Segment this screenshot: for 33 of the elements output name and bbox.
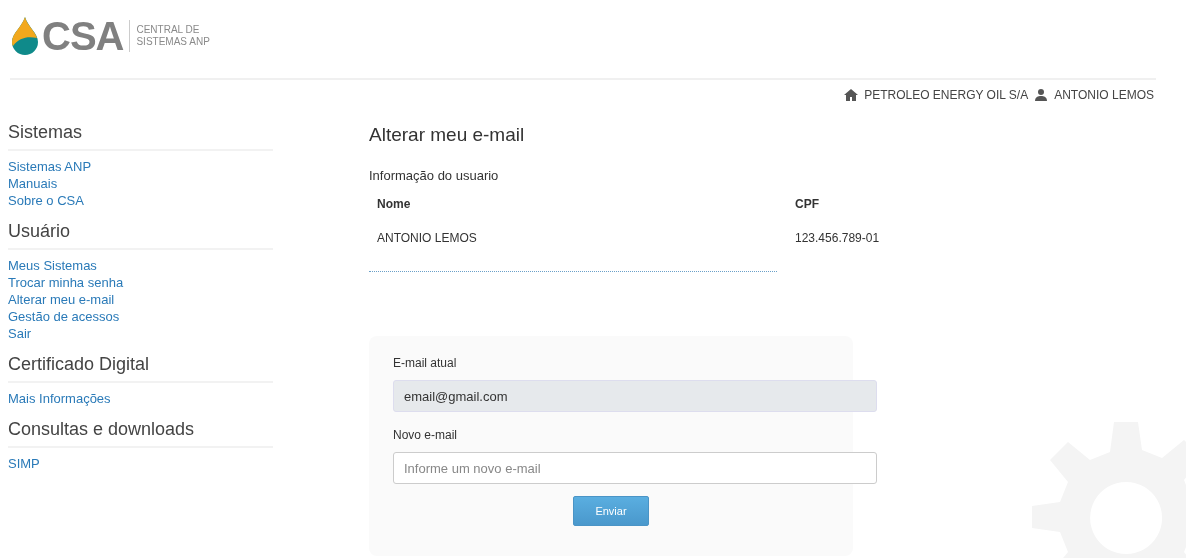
sidebar-link[interactable]: Alterar meu e-mail [8,291,273,308]
table-cell-text: ANTONIO LEMOS [377,231,478,245]
logo-tagline: SISTEMAS ANP [136,36,210,48]
page-title: Alterar meu e-mail [369,124,526,146]
sidebar-link[interactable]: Sistemas ANP [8,158,273,175]
sidebar-heading: Certificado Digital [8,350,273,383]
sidebar-link[interactable]: Manuais [8,175,273,192]
sidebar-link[interactable]: Trocar minha senha [8,274,273,291]
sidebar-link[interactable]: SIMP [8,455,273,472]
column-header: CPF [795,197,820,211]
field-label: Novo e-mail [393,428,459,442]
sidebar-heading: Sistemas [8,118,273,151]
column-header: Nome [377,197,412,211]
sidebar-heading: Consultas e downloads [8,415,273,448]
sidebar-heading: Usuário [8,217,273,250]
home-icon [844,88,859,102]
user-icon [1034,88,1049,102]
drop-logo-icon [10,17,40,55]
current-email-field: email@gmail.com [393,380,877,412]
field-label: E-mail atual [393,356,458,370]
company-name: PETROLEO ENERGY OIL S/A [864,88,1029,102]
new-email-field[interactable]: Informe um novo e-mail [393,452,877,484]
sidebar-link[interactable]: Sair [8,325,273,342]
submit-button[interactable]: Enviar [573,496,649,526]
sidebar-link[interactable]: Sobre o CSA [8,192,273,209]
sidebar-link[interactable]: Gestão de acessos [8,308,273,325]
table-cell-text: 123.456.789-01 [795,231,881,245]
sidebar-link[interactable]: Meus Sistemas [8,257,273,274]
sidebar-link[interactable]: Mais Informações [8,390,273,407]
section-title: Informação do usuario [369,168,500,183]
logo-tagline: CENTRAL DE [136,24,201,36]
logo-text: CSA [42,13,124,59]
user-name: ANTONIO LEMOS [1054,88,1154,102]
